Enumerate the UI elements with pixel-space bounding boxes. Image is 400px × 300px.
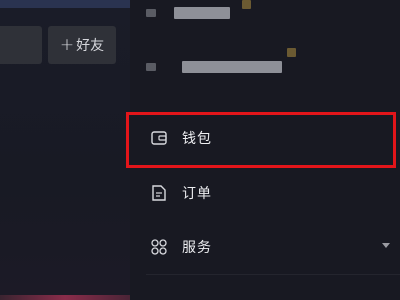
blurred-detail xyxy=(182,61,282,73)
blurred-username xyxy=(174,7,230,19)
menu-item-services[interactable]: 服务 xyxy=(138,224,400,270)
profile-info-row xyxy=(146,2,230,24)
add-friend-label: 好友 xyxy=(76,38,105,54)
profile-detail-row xyxy=(146,56,282,78)
badge-icon xyxy=(287,48,296,57)
badge-icon xyxy=(242,0,251,9)
add-friend-button[interactable]: + 好友 xyxy=(48,26,116,64)
background-panel: + 好友 xyxy=(0,0,130,300)
menu-item-orders[interactable]: 订单 xyxy=(138,170,400,216)
menu-label: 服务 xyxy=(182,240,212,256)
top-accent-strip xyxy=(0,0,130,8)
blurred-icon xyxy=(146,63,156,71)
wallet-highlight-box xyxy=(126,112,396,168)
search-field[interactable] xyxy=(0,26,42,64)
chevron-down-icon[interactable] xyxy=(382,243,390,248)
divider xyxy=(146,274,400,275)
order-icon xyxy=(150,184,168,202)
bottom-glow xyxy=(0,295,130,300)
services-grid-icon xyxy=(150,238,168,256)
plus-icon: + xyxy=(59,35,75,55)
blurred-avatar xyxy=(146,9,156,17)
menu-label: 订单 xyxy=(182,186,212,202)
